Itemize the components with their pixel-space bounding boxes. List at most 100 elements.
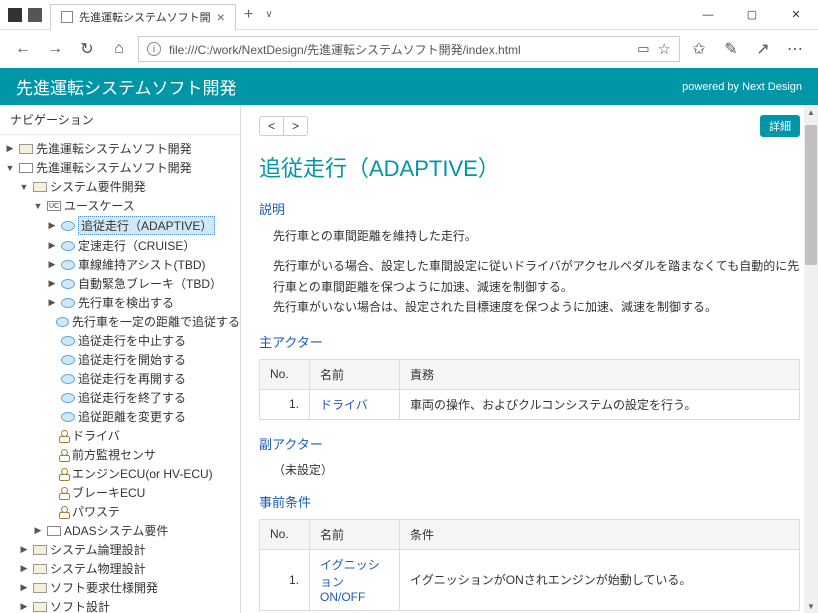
refresh-button[interactable]: ↻ <box>74 36 100 62</box>
tree-adas[interactable]: ▶ADASシステム要件 <box>0 521 240 540</box>
tree-logic[interactable]: ▶システム論理設計 <box>0 540 240 559</box>
ellipse-icon <box>56 317 69 327</box>
tree-actor-sensor[interactable]: 前方監視センサ <box>0 445 240 464</box>
col-no: No. <box>260 519 310 549</box>
content-toolbar: < > 詳細 <box>259 115 800 137</box>
tree-root[interactable]: ▶先進運転システムソフト開発 <box>0 139 240 158</box>
close-button[interactable]: ✕ <box>774 0 818 30</box>
tree-phys[interactable]: ▶システム物理設計 <box>0 559 240 578</box>
minimize-button[interactable]: — <box>686 0 730 30</box>
tree-actor-brake[interactable]: ブレーキECU <box>0 483 240 502</box>
table-header-row: No. 名前 条件 <box>260 519 800 549</box>
notes-button[interactable]: ✎ <box>718 36 744 62</box>
tree-uc-lane[interactable]: ▶車線維持アシスト(TBD) <box>0 255 240 274</box>
prev-page-button[interactable]: < <box>260 117 284 135</box>
cell-name: イグニッション ON/OFF <box>310 549 400 610</box>
tree-uc-brake[interactable]: ▶自動緊急ブレーキ（TBD） <box>0 274 240 293</box>
sub-actor-unset: （未設定） <box>273 461 800 478</box>
tree-actor-steer[interactable]: パワステ <box>0 502 240 521</box>
main-container: ナビゲーション ▶先進運転システムソフト開発 ▼先進運転システムソフト開発 ▼シ… <box>0 105 818 613</box>
folder-icon <box>33 545 47 555</box>
scroll-down-icon[interactable]: ▼ <box>804 599 818 613</box>
ellipse-icon <box>61 355 75 365</box>
tree-softreq[interactable]: ▶ソフト要求仕様開発 <box>0 578 240 597</box>
tree-uc-resume[interactable]: ▶追従走行を再開する <box>0 369 240 388</box>
ellipse-icon <box>61 393 75 403</box>
folder-icon <box>33 182 47 192</box>
description-label: 説明 <box>259 199 800 218</box>
ellipse-icon <box>61 221 75 231</box>
cell-name: ドライバ <box>310 389 400 419</box>
actor-icon <box>59 430 69 442</box>
cell-no: 1. <box>260 549 310 610</box>
cell-cond: イグニッションがONされエンジンが始動している。 <box>400 549 800 610</box>
tree-requirements[interactable]: ▼システム要件開発 <box>0 177 240 196</box>
main-actor-table: No. 名前 責務 1. ドライバ 車両の操作、およびクルコンシステムの設定を行… <box>259 359 800 420</box>
table-row: 1. イグニッション ON/OFF イグニッションがONされエンジンが始動してい… <box>260 549 800 610</box>
usecase-icon: UC <box>47 201 61 211</box>
forward-button[interactable]: → <box>42 36 68 62</box>
tree-actor-driver[interactable]: ドライバ <box>0 426 240 445</box>
ellipse-icon <box>61 279 75 289</box>
address-bar[interactable]: i file:///C:/work/NextDesign/先進運転システムソフト… <box>138 36 680 62</box>
maximize-button[interactable]: ▢ <box>730 0 774 30</box>
sub-actor-label: 副アクター <box>259 434 800 453</box>
tree-uc-cruise[interactable]: ▶定速走行（CRUISE） <box>0 236 240 255</box>
project-icon <box>19 163 33 173</box>
more-button[interactable]: ⋯ <box>782 36 808 62</box>
scroll-up-icon[interactable]: ▲ <box>804 105 818 119</box>
tree-uc-adaptive[interactable]: ▶追従走行（ADAPTIVE） <box>0 215 240 236</box>
tree-uc-follow[interactable]: ▶先行車を一定の距離で追従する <box>0 312 240 331</box>
folder-icon <box>33 583 47 593</box>
header-title: 先進運転システムソフト開発 <box>16 74 237 99</box>
new-tab-button[interactable]: + <box>236 6 261 24</box>
scroll-thumb[interactable] <box>805 125 817 265</box>
precond-label: 事前条件 <box>259 492 800 511</box>
tree-uc-stop[interactable]: ▶追従走行を中止する <box>0 331 240 350</box>
titlebar-icons <box>0 8 50 22</box>
reading-icon[interactable]: ▭ <box>637 41 649 57</box>
tree-softdesign[interactable]: ▶ソフト設計 <box>0 597 240 613</box>
folder-icon <box>19 144 33 154</box>
precond-link[interactable]: イグニッション ON/OFF <box>320 558 380 604</box>
window-buttons: — ▢ ✕ <box>686 0 818 30</box>
ellipse-icon <box>61 412 75 422</box>
tab-dropdown-icon[interactable]: ∨ <box>261 9 272 20</box>
tree-actor-engine[interactable]: エンジンECU(or HV-ECU) <box>0 464 240 483</box>
nav-tree: ▶先進運転システムソフト開発 ▼先進運転システムソフト開発 ▼システム要件開発 … <box>0 135 240 613</box>
window-titlebar: 先進運転システムソフト開 × + ∨ — ▢ ✕ <box>0 0 818 30</box>
tree-uc-end[interactable]: ▶追従走行を終了する <box>0 388 240 407</box>
ellipse-icon <box>61 336 75 346</box>
app-icon-1 <box>8 8 22 22</box>
favorites-button[interactable]: ✩ <box>686 36 712 62</box>
ellipse-icon <box>61 260 75 270</box>
actor-icon <box>59 468 69 480</box>
main-actor-label: 主アクター <box>259 332 800 351</box>
col-cond: 条件 <box>400 519 800 549</box>
tree-uc-detect[interactable]: ▶先行車を検出する <box>0 293 240 312</box>
actor-icon <box>59 487 69 499</box>
tree-usecase[interactable]: ▼UCユースケース <box>0 196 240 215</box>
actor-link[interactable]: ドライバ <box>320 398 368 412</box>
scrollbar[interactable]: ▲ ▼ <box>804 105 818 613</box>
ellipse-icon <box>61 298 75 308</box>
browser-tab[interactable]: 先進運転システムソフト開 × <box>50 4 236 30</box>
tab-close-icon[interactable]: × <box>217 9 225 25</box>
cell-no: 1. <box>260 389 310 419</box>
next-page-button[interactable]: > <box>284 117 307 135</box>
back-button[interactable]: ← <box>10 36 36 62</box>
favorite-icon[interactable]: ☆ <box>658 40 671 58</box>
page-nav: < > <box>259 116 308 136</box>
home-button[interactable]: ⌂ <box>106 36 132 62</box>
app-icon-2 <box>28 8 42 22</box>
detail-button[interactable]: 詳細 <box>760 115 800 137</box>
ellipse-icon <box>61 374 75 384</box>
tree-project[interactable]: ▼先進運転システムソフト開発 <box>0 158 240 177</box>
col-duty: 責務 <box>400 359 800 389</box>
info-icon[interactable]: i <box>147 42 161 56</box>
tab-title: 先進運転システムソフト開 <box>79 9 211 25</box>
tree-uc-changedist[interactable]: ▶追従距離を変更する <box>0 407 240 426</box>
share-button[interactable]: ↗ <box>750 36 776 62</box>
table-row: 1. ドライバ 車両の操作、およびクルコンシステムの設定を行う。 <box>260 389 800 419</box>
tree-uc-start[interactable]: ▶追従走行を開始する <box>0 350 240 369</box>
